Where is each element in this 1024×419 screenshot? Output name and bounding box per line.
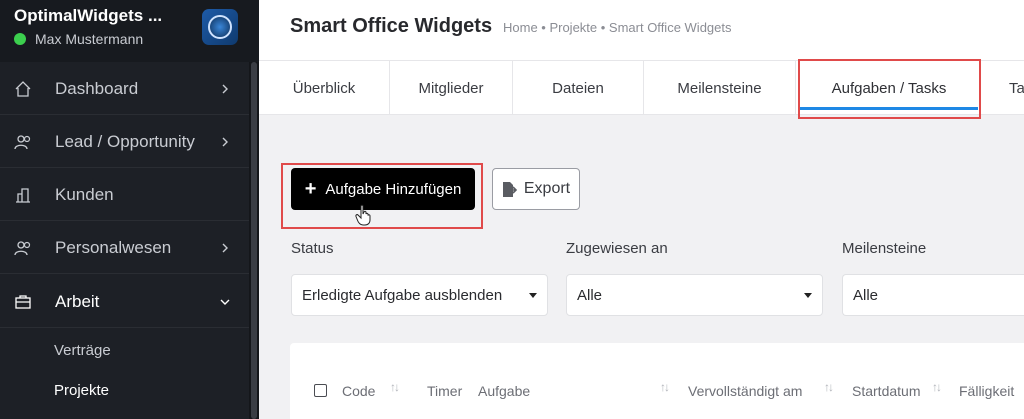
select-value: Alle: [577, 286, 603, 304]
tab-label: Mitglieder: [418, 79, 484, 97]
users-icon: [14, 240, 31, 255]
hand-cursor-icon: [355, 204, 371, 226]
column-header-aufgabe[interactable]: Aufgabe: [478, 383, 530, 399]
export-button[interactable]: Export: [492, 168, 580, 210]
filter-label-zugewiesen: Zugewiesen an: [566, 240, 668, 257]
online-status-icon: [14, 33, 26, 45]
export-label: Export: [523, 180, 571, 197]
caret-down-icon: [804, 293, 812, 298]
tab-dateien[interactable]: Dateien: [513, 61, 644, 115]
tab-label: Dateien: [552, 79, 604, 97]
page-header: Smart Office Widgets Home • Projekte • S…: [259, 0, 1024, 61]
add-task-button[interactable]: + Aufgabe Hinzufügen: [291, 168, 475, 210]
active-tab-indicator: [800, 107, 978, 110]
app-logo[interactable]: [202, 9, 238, 45]
column-header-timer[interactable]: Timer: [427, 383, 462, 399]
breadcrumb[interactable]: Home • Projekte • Smart Office Widgets: [503, 20, 732, 35]
scrollbar-thumb[interactable]: [251, 62, 257, 419]
sidebar-subitem-vertraege[interactable]: Verträge: [54, 342, 111, 359]
sidebar-item-kunden[interactable]: Kunden: [0, 169, 249, 221]
briefcase-icon: [15, 294, 31, 309]
sidebar-item-label: Kunden: [55, 184, 114, 204]
export-file-icon: [502, 181, 518, 197]
sidebar-item-arbeit[interactable]: Arbeit: [0, 276, 249, 328]
sort-icon[interactable]: ↑↓: [390, 380, 400, 394]
chevron-right-icon: [222, 243, 228, 252]
status-select[interactable]: Erledigte Aufgabe ausblenden: [291, 274, 548, 316]
tab-meilensteine[interactable]: Meilensteine: [644, 61, 796, 115]
chevron-down-icon: [220, 299, 230, 305]
chevron-right-icon: [222, 137, 228, 146]
filter-label-meilensteine: Meilensteine: [842, 240, 927, 257]
sidebar-item-label: Personalwesen: [55, 237, 172, 257]
caret-down-icon: [529, 293, 537, 298]
sidebar-item-label: Dashboard: [55, 78, 139, 98]
sidebar: OptimalWidgets ... Max Mustermann Dashbo…: [0, 0, 259, 419]
tab-aufgaben-tasks[interactable]: Aufgaben / Tasks: [800, 61, 978, 115]
sidebar-subitem-projekte[interactable]: Projekte: [54, 382, 109, 399]
plus-icon: +: [304, 178, 317, 200]
sort-icon[interactable]: ↑↓: [824, 380, 834, 394]
tab-label: Aufgaben / Tasks: [831, 79, 947, 97]
column-header-startdatum[interactable]: Startdatum: [852, 383, 920, 399]
column-header-faelligkeit[interactable]: Fälligkeit: [959, 383, 1024, 399]
tab-ta[interactable]: Ta: [1009, 61, 1024, 115]
sidebar-item-lead-opportunity[interactable]: Lead / Opportunity: [0, 116, 249, 168]
chevron-right-icon: [222, 84, 228, 93]
user-row[interactable]: Max Mustermann: [14, 31, 143, 47]
milestone-select[interactable]: Alle: [842, 274, 1024, 316]
users-icon: [14, 134, 31, 149]
add-task-label: Aufgabe Hinzufügen: [325, 180, 462, 198]
tab-label: Überblick: [292, 79, 356, 97]
app-title[interactable]: OptimalWidgets ...: [14, 6, 162, 26]
page-title: Smart Office Widgets: [290, 15, 493, 37]
main-content: Smart Office Widgets Home • Projekte • S…: [259, 0, 1024, 419]
tab-label: Meilensteine: [677, 79, 762, 97]
select-value: Alle: [853, 286, 879, 304]
logo-icon: [208, 15, 232, 39]
sort-icon[interactable]: ↑↓: [660, 380, 670, 394]
user-name: Max Mustermann: [35, 31, 144, 47]
select-all-checkbox[interactable]: [314, 384, 327, 397]
sidebar-header: OptimalWidgets ... Max Mustermann: [0, 0, 259, 62]
tab-label: Ta: [1009, 79, 1024, 97]
select-value: Erledigte Aufgabe ausblenden: [302, 286, 503, 304]
tasks-table: Code ↑↓ Timer Aufgabe ↑↓ Vervollständigt…: [290, 343, 1024, 419]
tab-ueberblick[interactable]: Überblick: [259, 61, 390, 115]
sidebar-item-personalwesen[interactable]: Personalwesen: [0, 222, 249, 274]
column-header-code[interactable]: Code: [342, 383, 375, 399]
building-icon: [16, 187, 30, 203]
sidebar-item-label: Arbeit: [55, 291, 100, 311]
sidebar-item-dashboard[interactable]: Dashboard: [0, 63, 249, 115]
home-icon: [15, 80, 31, 97]
tab-mitglieder[interactable]: Mitglieder: [390, 61, 513, 115]
sidebar-item-label: Lead / Opportunity: [55, 131, 195, 151]
sidebar-scrollbar[interactable]: [249, 62, 259, 419]
sort-icon[interactable]: ↑↓: [932, 380, 942, 394]
filter-label-status: Status: [291, 240, 334, 257]
tab-bar: Überblick Mitglieder Dateien Meilenstein…: [259, 61, 1024, 115]
column-header-vervollstaendigt[interactable]: Vervollständigt am: [688, 383, 802, 399]
assignee-select[interactable]: Alle: [566, 274, 823, 316]
